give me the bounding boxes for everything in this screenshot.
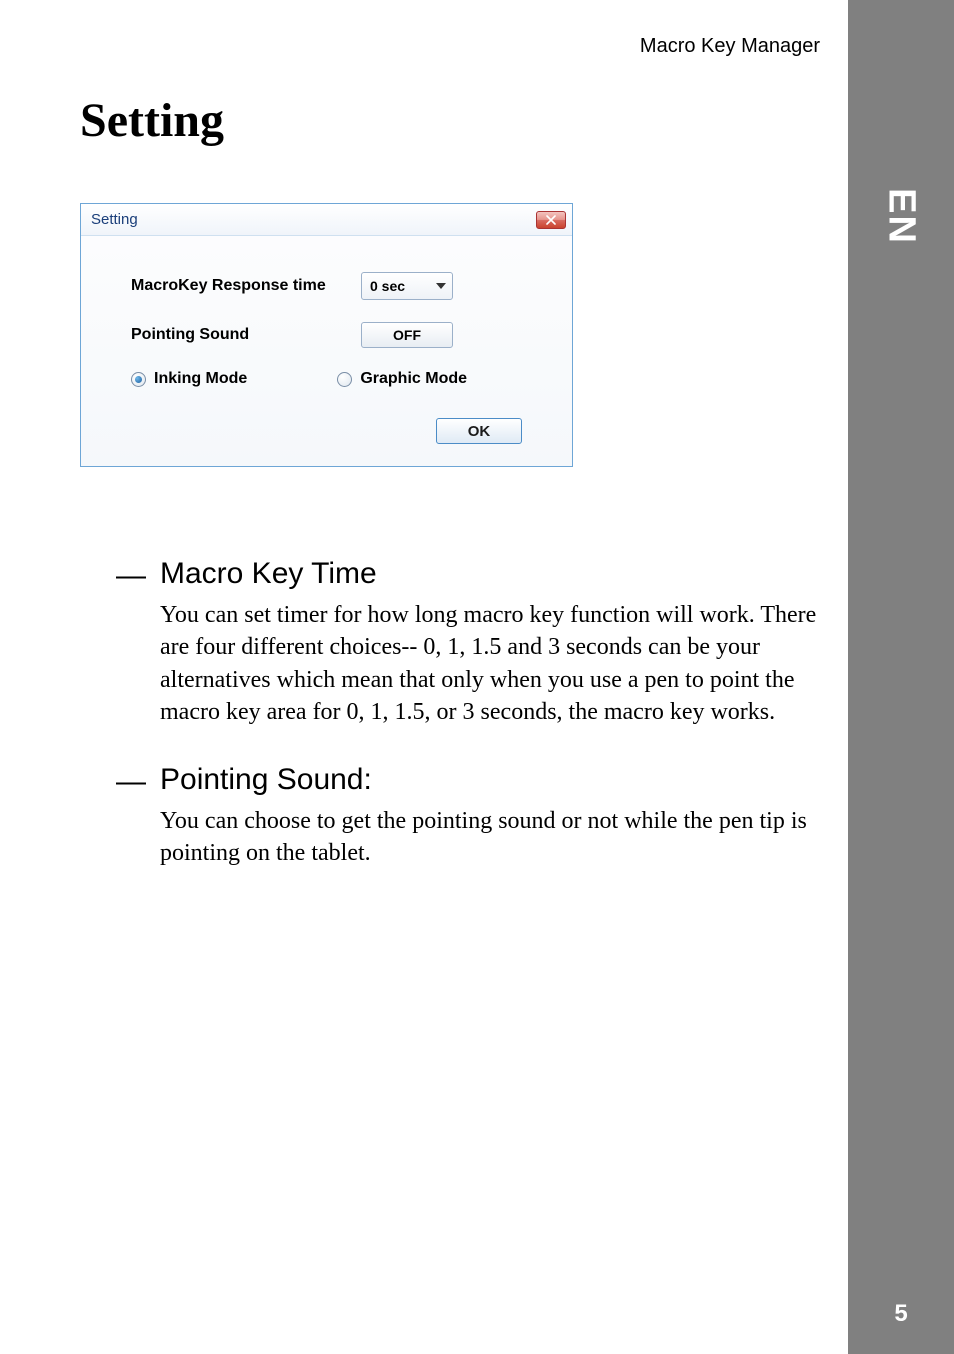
section-title: Pointing Sound:: [160, 763, 848, 797]
close-icon: [546, 215, 556, 225]
ok-button[interactable]: OK: [436, 418, 522, 444]
response-time-select[interactable]: 0 sec: [361, 272, 453, 300]
pointing-sound-label: Pointing Sound: [131, 326, 361, 344]
section-body: Macro Key Time You can set timer for how…: [122, 557, 848, 729]
sections: — Macro Key Time You can set timer for h…: [80, 557, 848, 869]
section-pointing-sound: — Pointing Sound: You can choose to get …: [80, 763, 848, 870]
graphic-mode-option[interactable]: Graphic Mode: [337, 370, 467, 388]
mode-radio-group: Inking Mode Graphic Mode: [131, 370, 542, 388]
response-time-value: 0 sec: [370, 278, 436, 294]
pointing-sound-value: OFF: [393, 327, 421, 343]
page-content: Macro Key Manager Setting Setting MacroK…: [0, 0, 848, 1354]
language-label: EN: [880, 188, 923, 245]
dash-bullet: —: [80, 557, 122, 729]
page-number: 5: [894, 1300, 907, 1328]
response-time-label: MacroKey Response time: [131, 277, 361, 295]
dialog-titlebar: Setting: [81, 204, 572, 236]
chevron-down-icon: [436, 283, 446, 289]
section-text: You can set timer for how long macro key…: [160, 599, 848, 729]
settings-dialog: Setting MacroKey Response time 0 sec Poi…: [80, 203, 573, 467]
section-body: Pointing Sound: You can choose to get th…: [122, 763, 848, 870]
pointing-sound-row: Pointing Sound OFF: [131, 322, 542, 348]
radio-icon: [337, 372, 352, 387]
dialog-title: Setting: [91, 211, 536, 228]
header-app-name: Macro Key Manager: [640, 35, 820, 58]
sidebar: EN 5: [848, 0, 954, 1354]
close-button[interactable]: [536, 211, 566, 229]
section-title: Macro Key Time: [160, 557, 848, 591]
ok-label: OK: [468, 423, 491, 440]
inking-mode-option[interactable]: Inking Mode: [131, 370, 247, 388]
dash-bullet: —: [80, 763, 122, 870]
pointing-sound-toggle[interactable]: OFF: [361, 322, 453, 348]
page-title: Setting: [80, 93, 848, 148]
response-time-row: MacroKey Response time 0 sec: [131, 272, 542, 300]
graphic-mode-label: Graphic Mode: [360, 370, 467, 388]
dialog-body: MacroKey Response time 0 sec Pointing So…: [81, 236, 572, 466]
ok-row: OK: [131, 418, 542, 444]
radio-icon: [131, 372, 146, 387]
section-macro-key-time: — Macro Key Time You can set timer for h…: [80, 557, 848, 729]
inking-mode-label: Inking Mode: [154, 370, 247, 388]
section-text: You can choose to get the pointing sound…: [160, 805, 848, 870]
